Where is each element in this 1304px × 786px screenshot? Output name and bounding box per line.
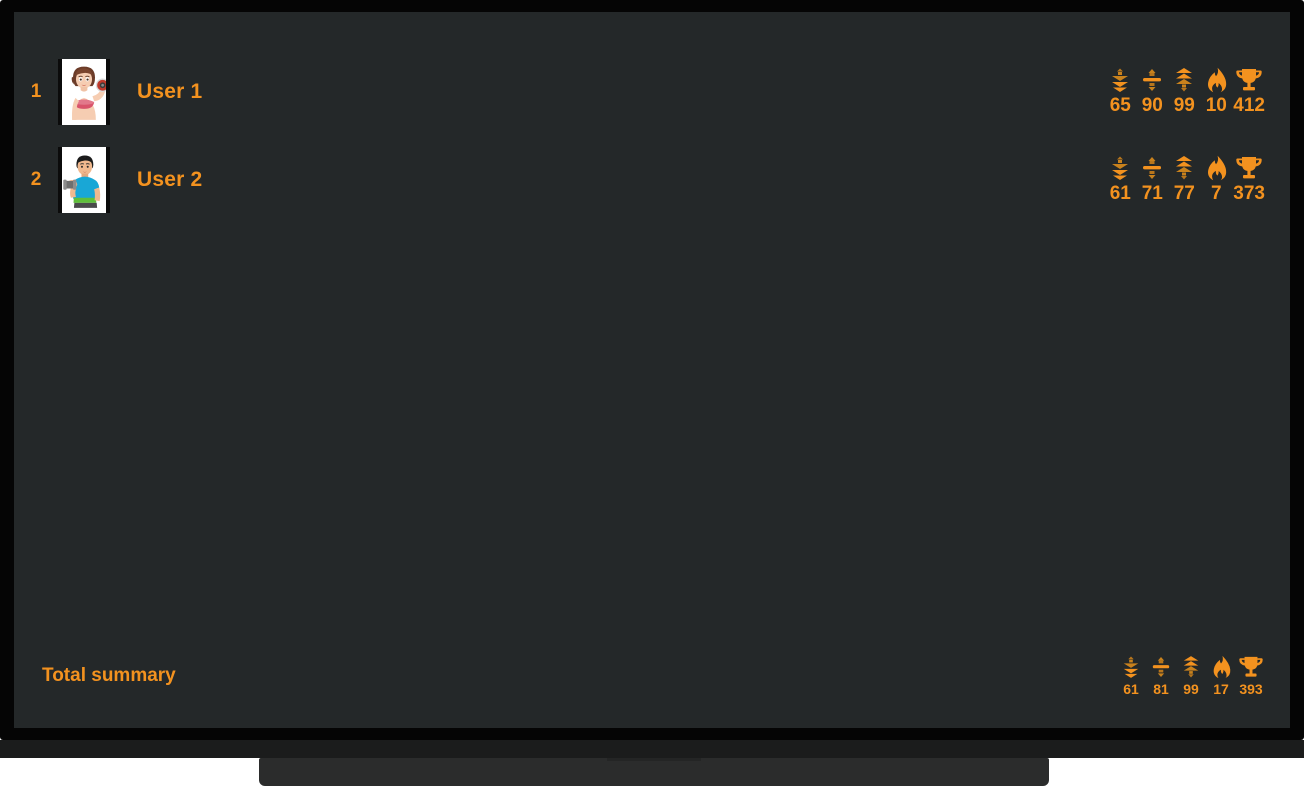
stat-value: 412 xyxy=(1233,95,1265,116)
stat-min: 61 xyxy=(1104,155,1136,205)
avatar[interactable] xyxy=(58,147,110,213)
stat-max: 99 xyxy=(1168,67,1200,117)
stat-streak: 10 xyxy=(1200,67,1232,117)
app-screen: 1 User 1 65 90 99 10 412 2 User 2 61 71 … xyxy=(14,12,1290,728)
stat-value: 17 xyxy=(1213,680,1229,697)
user-name: User 2 xyxy=(137,168,203,191)
laptop-hinge xyxy=(259,758,1049,786)
row-stats: 65 90 99 10 412 xyxy=(1104,67,1266,117)
flame-icon xyxy=(1204,155,1228,181)
trophy-icon xyxy=(1237,655,1265,679)
stat-avg: 90 xyxy=(1136,67,1168,117)
table-row[interactable]: 1 User 1 65 90 99 10 412 xyxy=(14,48,1290,136)
average-divider-icon xyxy=(1151,655,1171,679)
stat-max: 77 xyxy=(1168,155,1200,205)
flame-icon xyxy=(1210,655,1232,679)
total-summary-row: Total summary 61 81 99 17 393 xyxy=(14,632,1290,720)
stat-streak: 7 xyxy=(1200,155,1232,205)
user-name: User 1 xyxy=(137,80,203,103)
hinge-notch xyxy=(606,758,702,761)
stat-value: 373 xyxy=(1233,183,1265,204)
min-chevrons-down-icon xyxy=(1109,155,1131,181)
table-row[interactable]: 2 User 2 61 71 77 7 373 xyxy=(14,136,1290,224)
trophy-icon xyxy=(1234,155,1264,181)
trophy-icon xyxy=(1234,67,1264,93)
stat-value: 61 xyxy=(1109,183,1131,204)
stat-value: 71 xyxy=(1141,183,1163,204)
laptop-device-mockup: 1 User 1 65 90 99 10 412 2 User 2 61 71 … xyxy=(0,0,1304,786)
stat-value: 81 xyxy=(1153,680,1169,697)
max-chevrons-up-icon xyxy=(1173,155,1195,181)
stat-max: 99 xyxy=(1176,655,1206,698)
stat-score: 412 xyxy=(1232,67,1266,117)
stat-streak: 17 xyxy=(1206,655,1236,698)
stat-value: 7 xyxy=(1211,183,1222,204)
stat-value: 10 xyxy=(1205,95,1227,116)
row-rank: 1 xyxy=(30,81,42,102)
leaderboard: 1 User 1 65 90 99 10 412 2 User 2 61 71 … xyxy=(14,12,1290,728)
min-chevrons-down-icon xyxy=(1121,655,1141,679)
avatar[interactable] xyxy=(58,59,110,125)
total-summary-label: Total summary xyxy=(42,665,176,686)
stat-avg: 81 xyxy=(1146,655,1176,698)
screen-bezel: 1 User 1 65 90 99 10 412 2 User 2 61 71 … xyxy=(0,0,1304,740)
total-summary-stats: 61 81 99 17 393 xyxy=(1116,655,1266,698)
stat-value: 99 xyxy=(1173,95,1195,116)
row-rank: 2 xyxy=(30,169,42,190)
stat-value: 61 xyxy=(1123,680,1139,697)
stat-value: 99 xyxy=(1183,680,1199,697)
stat-value: 393 xyxy=(1239,680,1263,697)
stat-value: 77 xyxy=(1173,183,1195,204)
laptop-base xyxy=(0,740,1304,758)
stat-min: 65 xyxy=(1104,67,1136,117)
stat-score: 373 xyxy=(1232,155,1266,205)
stat-value: 65 xyxy=(1109,95,1131,116)
stat-min: 61 xyxy=(1116,655,1146,698)
min-chevrons-down-icon xyxy=(1109,67,1131,93)
row-stats: 61 71 77 7 373 xyxy=(1104,155,1266,205)
stat-value: 90 xyxy=(1141,95,1163,116)
stat-avg: 71 xyxy=(1136,155,1168,205)
stat-score: 393 xyxy=(1236,655,1266,698)
flame-icon xyxy=(1204,67,1228,93)
max-chevrons-up-icon xyxy=(1173,67,1195,93)
max-chevrons-up-icon xyxy=(1181,655,1201,679)
average-divider-icon xyxy=(1141,67,1163,93)
average-divider-icon xyxy=(1141,155,1163,181)
